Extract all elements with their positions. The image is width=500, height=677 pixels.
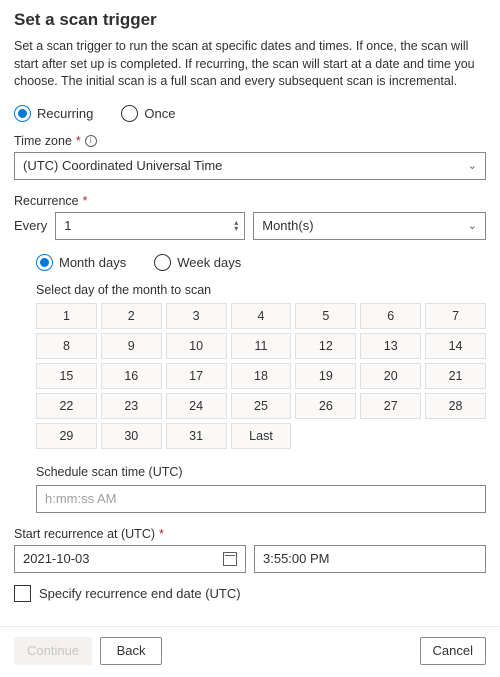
day-cell[interactable]: 21 (425, 363, 486, 389)
start-date-value: 2021-10-03 (23, 551, 90, 566)
recurrence-label: Recurrence* (14, 194, 486, 208)
day-cell[interactable]: 30 (101, 423, 162, 449)
day-cell[interactable]: 20 (360, 363, 421, 389)
start-time-input[interactable]: 3:55:00 PM (254, 545, 486, 573)
radio-dot-icon (36, 254, 53, 271)
day-cell[interactable]: 31 (166, 423, 227, 449)
radio-dot-icon (14, 105, 31, 122)
day-cell[interactable]: 27 (360, 393, 421, 419)
recurrence-unit-select[interactable]: Month(s) ⌄ (253, 212, 486, 240)
day-cell[interactable]: 26 (295, 393, 356, 419)
recurrence-unit-value: Month(s) (262, 218, 313, 233)
day-cell[interactable]: 11 (231, 333, 292, 359)
day-cell[interactable]: 6 (360, 303, 421, 329)
radio-month-days[interactable]: Month days (36, 254, 126, 271)
every-value-spinner[interactable]: 1 ▴▾ (55, 212, 245, 240)
radio-month-days-label: Month days (59, 255, 126, 270)
day-of-month-grid: 1234567891011121314151617181920212223242… (36, 303, 486, 449)
scan-time-label: Schedule scan time (UTC) (36, 465, 486, 479)
day-cell[interactable]: 1 (36, 303, 97, 329)
day-cell[interactable]: 18 (231, 363, 292, 389)
day-cell[interactable]: 9 (101, 333, 162, 359)
day-cell[interactable]: 3 (166, 303, 227, 329)
day-cell[interactable]: 25 (231, 393, 292, 419)
continue-button: Continue (14, 637, 92, 665)
day-cell[interactable]: 29 (36, 423, 97, 449)
timezone-label: Time zone* i (14, 134, 486, 148)
day-cell[interactable]: 8 (36, 333, 97, 359)
info-icon[interactable]: i (85, 135, 97, 147)
back-button[interactable]: Back (100, 637, 162, 665)
radio-once-label: Once (144, 106, 175, 121)
end-date-label: Specify recurrence end date (UTC) (39, 586, 241, 601)
timezone-value: (UTC) Coordinated Universal Time (23, 158, 222, 173)
day-cell[interactable]: 17 (166, 363, 227, 389)
radio-circle-icon (121, 105, 138, 122)
day-cell[interactable]: 28 (425, 393, 486, 419)
end-date-checkbox[interactable] (14, 585, 31, 602)
start-date-input[interactable]: 2021-10-03 (14, 545, 246, 573)
radio-recurring[interactable]: Recurring (14, 105, 93, 122)
day-cell[interactable]: 2 (101, 303, 162, 329)
day-cell[interactable]: 7 (425, 303, 486, 329)
day-cell[interactable]: 4 (231, 303, 292, 329)
cancel-button[interactable]: Cancel (420, 637, 486, 665)
frequency-radio-group: Recurring Once (14, 105, 486, 122)
day-cell[interactable]: 22 (36, 393, 97, 419)
day-cell[interactable]: 13 (360, 333, 421, 359)
radio-week-days[interactable]: Week days (154, 254, 241, 271)
start-label: Start recurrence at (UTC) * (14, 527, 486, 541)
radio-circle-icon (154, 254, 171, 271)
radio-recurring-label: Recurring (37, 106, 93, 121)
chevron-down-icon: ⌄ (468, 159, 477, 172)
calendar-icon[interactable] (223, 552, 237, 566)
day-cell[interactable]: 16 (101, 363, 162, 389)
page-description: Set a scan trigger to run the scan at sp… (14, 38, 486, 91)
footer: Continue Back Cancel (0, 626, 500, 677)
every-value: 1 (64, 218, 71, 233)
day-cell[interactable]: 23 (101, 393, 162, 419)
scan-time-input[interactable]: h:mm:ss AM (36, 485, 486, 513)
chevron-down-icon: ⌄ (468, 219, 477, 232)
day-cell[interactable]: 12 (295, 333, 356, 359)
day-mode-radio-group: Month days Week days (36, 254, 486, 271)
day-cell[interactable]: 14 (425, 333, 486, 359)
start-time-value: 3:55:00 PM (263, 551, 330, 566)
day-cell[interactable]: 24 (166, 393, 227, 419)
spinner-arrows-icon[interactable]: ▴▾ (234, 220, 238, 232)
every-label: Every (14, 218, 47, 233)
day-cell[interactable]: 10 (166, 333, 227, 359)
radio-once[interactable]: Once (121, 105, 175, 122)
select-day-label: Select day of the month to scan (36, 283, 486, 297)
timezone-select[interactable]: (UTC) Coordinated Universal Time ⌄ (14, 152, 486, 180)
page-title: Set a scan trigger (14, 10, 486, 30)
day-cell[interactable]: 5 (295, 303, 356, 329)
day-cell[interactable]: Last (231, 423, 292, 449)
day-cell[interactable]: 19 (295, 363, 356, 389)
radio-week-days-label: Week days (177, 255, 241, 270)
day-cell[interactable]: 15 (36, 363, 97, 389)
scan-time-placeholder: h:mm:ss AM (45, 491, 117, 506)
